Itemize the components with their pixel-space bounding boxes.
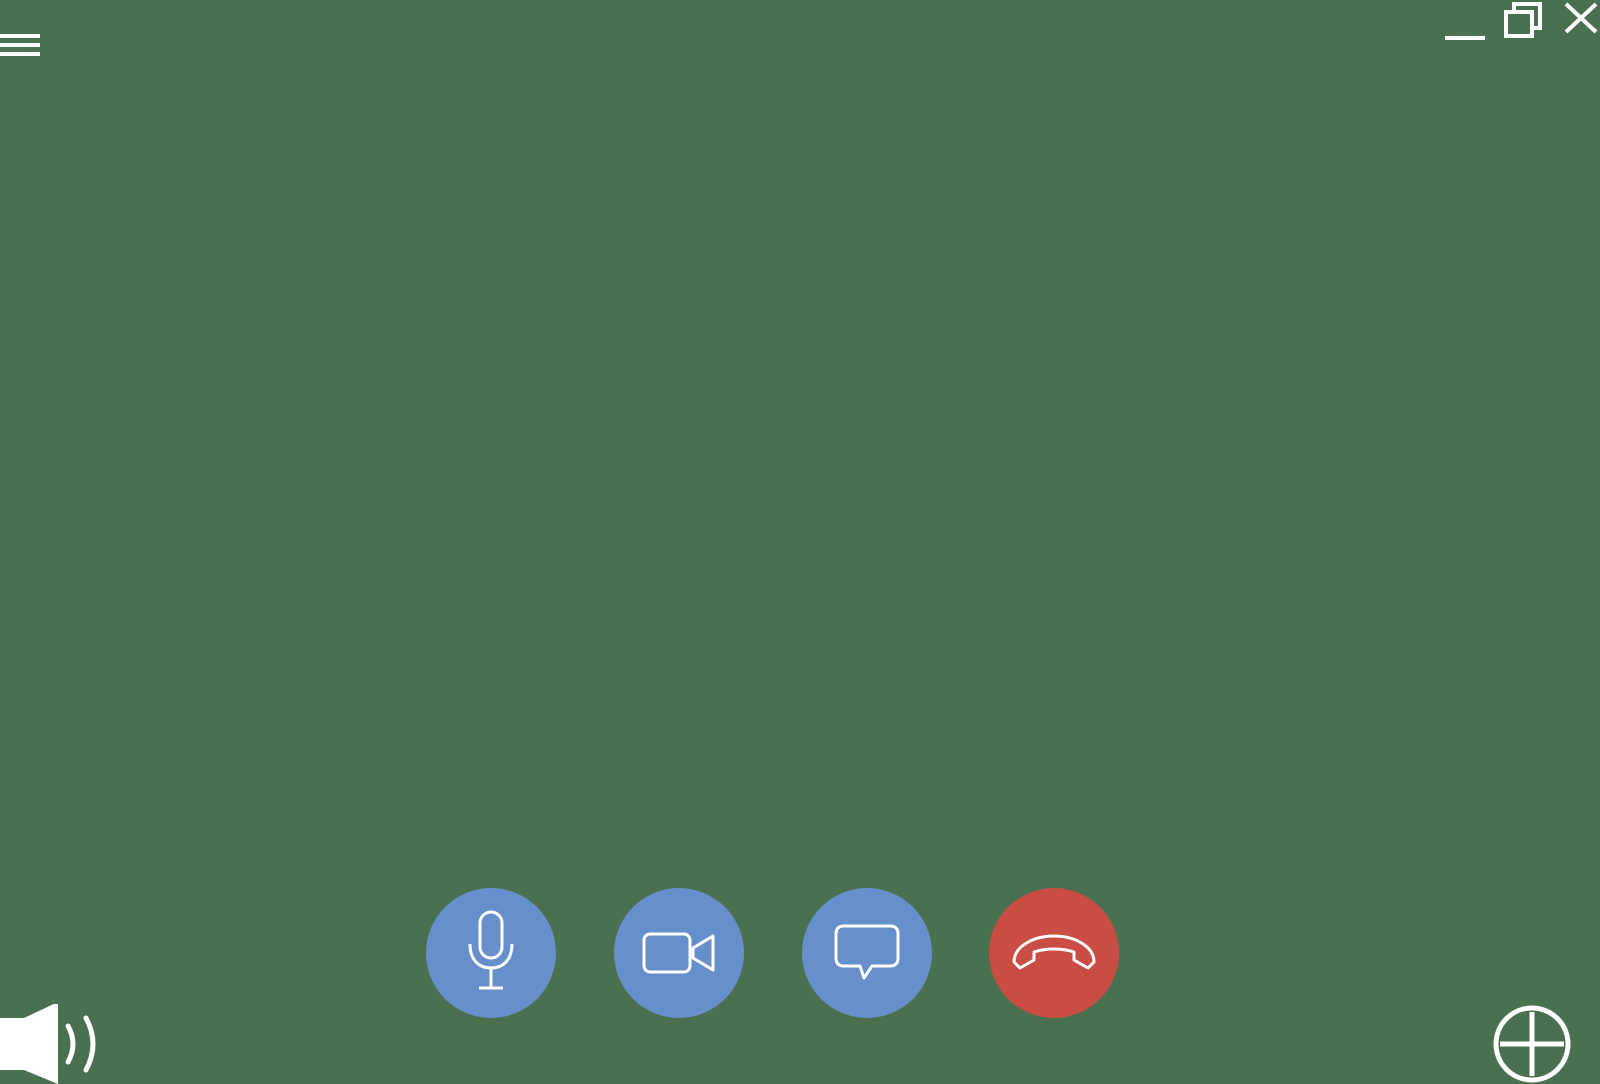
hang-up-button[interactable] bbox=[989, 888, 1119, 1018]
speaker-volume-icon bbox=[0, 1004, 96, 1084]
speaker-button[interactable] bbox=[0, 1004, 110, 1084]
restore-button[interactable] bbox=[1502, 0, 1546, 42]
video-camera-icon bbox=[642, 932, 715, 974]
minimize-icon bbox=[1445, 36, 1485, 40]
menu-button[interactable] bbox=[0, 30, 44, 68]
microphone-icon bbox=[468, 910, 514, 990]
restore-window-icon bbox=[1504, 2, 1542, 38]
minimize-button[interactable] bbox=[1443, 6, 1489, 46]
hang-up-phone-icon bbox=[1012, 934, 1096, 970]
chat-button[interactable] bbox=[802, 888, 932, 1018]
hamburger-menu-icon bbox=[0, 34, 40, 56]
camera-button[interactable] bbox=[614, 888, 744, 1018]
add-circle-icon bbox=[1493, 1005, 1571, 1083]
close-button[interactable] bbox=[1562, 0, 1600, 38]
chat-bubble-icon bbox=[834, 924, 900, 980]
close-icon bbox=[1564, 2, 1598, 34]
microphone-button[interactable] bbox=[426, 888, 556, 1018]
add-button[interactable] bbox=[1490, 1002, 1574, 1084]
